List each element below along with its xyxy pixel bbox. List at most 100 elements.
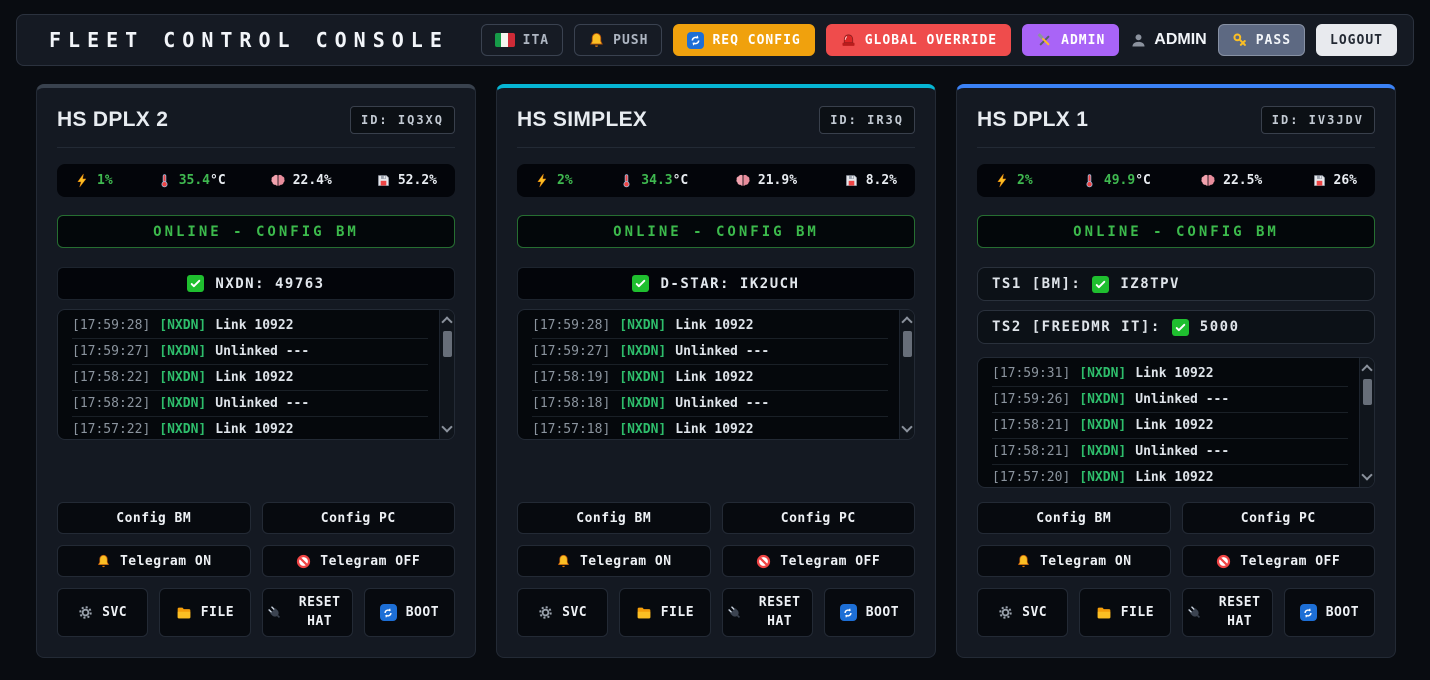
file-button[interactable]: FILE (1079, 588, 1170, 637)
config-bm-button[interactable]: Config BM (517, 502, 711, 534)
bell-icon (96, 554, 111, 569)
checkbox-icon (1092, 276, 1109, 293)
cpu-stat: 2% (535, 173, 573, 188)
boot-button[interactable]: BOOT (824, 588, 915, 637)
log-scrollbar[interactable] (899, 310, 914, 439)
boot-button[interactable]: BOOT (364, 588, 455, 637)
user-bust-icon (1130, 32, 1147, 49)
telegram-off-button[interactable]: Telegram OFF (1182, 545, 1376, 577)
language-button[interactable]: ITA (481, 24, 563, 56)
reset-hat-button[interactable]: RESET HAT (262, 588, 353, 637)
device-card-hs-dplx-2: HS DPLX 2 ID: IQ3XQ 1% 35.4°C 22.4% 52.2… (36, 84, 476, 658)
thermometer-icon (1082, 173, 1097, 188)
current-user: ADMIN (1130, 31, 1206, 49)
bell-icon (588, 32, 605, 49)
config-pc-button[interactable]: Config PC (722, 502, 916, 534)
log-panel[interactable]: [17:59:28][NXDN]Link 10922 [17:59:27][NX… (517, 309, 915, 440)
checkbox-icon (632, 275, 649, 292)
logout-button[interactable]: LOGOUT (1316, 24, 1397, 56)
ram-stat: 21.9% (735, 173, 797, 189)
push-button[interactable]: PUSH (574, 24, 662, 56)
stats-bar: 1% 35.4°C 22.4% 52.2% (57, 164, 455, 197)
prohibited-icon (296, 554, 311, 569)
device-deck: HS DPLX 2 ID: IQ3XQ 1% 35.4°C 22.4% 52.2… (36, 84, 1396, 658)
scrollbar-thumb[interactable] (903, 331, 912, 357)
cpu-stat: 1% (75, 173, 113, 188)
stats-bar: 2% 34.3°C 21.9% 8.2% (517, 164, 915, 197)
gear-icon (998, 605, 1013, 620)
device-card-hs-dplx-1: HS DPLX 1 ID: IV3JDV 2% 49.9°C 22.5% 26%… (956, 84, 1396, 658)
hammer-wrench-icon (1036, 32, 1053, 49)
disk-stat: 8.2% (844, 173, 897, 188)
telegram-off-button[interactable]: Telegram OFF (722, 545, 916, 577)
refresh-icon (380, 604, 397, 621)
svc-button[interactable]: SVC (977, 588, 1068, 637)
temp-stat: 35.4°C (157, 173, 226, 188)
log-panel[interactable]: [17:59:28][NXDN]Link 10922 [17:59:27][NX… (57, 309, 455, 440)
divider (57, 147, 455, 148)
req-config-button[interactable]: REQ CONFIG (673, 24, 814, 56)
log-row: [17:59:27][NXDN]Unlinked --- (532, 339, 888, 365)
boot-button[interactable]: BOOT (1284, 588, 1375, 637)
scroll-down-arrow-icon[interactable] (901, 421, 912, 432)
global-override-button[interactable]: GLOBAL OVERRIDE (826, 24, 1011, 56)
scrollbar-thumb[interactable] (1363, 379, 1372, 405)
lightning-bolt-icon (535, 173, 550, 188)
lightning-bolt-icon (75, 173, 90, 188)
cpu-stat: 2% (995, 173, 1033, 188)
config-bm-button[interactable]: Config BM (57, 502, 251, 534)
scroll-up-arrow-icon[interactable] (441, 316, 452, 327)
svc-button[interactable]: SVC (57, 588, 148, 637)
log-row: [17:59:31][NXDN]Link 10922 (992, 361, 1348, 387)
reset-hat-button[interactable]: RESET HAT (722, 588, 813, 637)
log-row: [17:59:26][NXDN]Unlinked --- (992, 387, 1348, 413)
mode-bar: NXDN: 49763 (57, 267, 455, 300)
header-actions: ITA PUSH REQ CONFIG GLOBAL OVERRIDE ADMI… (481, 24, 1397, 56)
telegram-off-button[interactable]: Telegram OFF (262, 545, 456, 577)
config-bm-button[interactable]: Config BM (977, 502, 1171, 534)
log-scrollbar[interactable] (1359, 358, 1374, 487)
gear-icon (78, 605, 93, 620)
divider (517, 147, 915, 148)
scroll-down-arrow-icon[interactable] (1361, 469, 1372, 480)
telegram-on-button[interactable]: Telegram ON (57, 545, 251, 577)
plug-icon (267, 605, 283, 621)
scrollbar-thumb[interactable] (443, 331, 452, 357)
telegram-on-button[interactable]: Telegram ON (977, 545, 1171, 577)
file-button[interactable]: FILE (159, 588, 250, 637)
config-pc-button[interactable]: Config PC (262, 502, 456, 534)
folder-icon (636, 605, 652, 621)
status-banner: ONLINE - CONFIG BM (977, 215, 1375, 248)
log-row: [17:57:22][NXDN]Link 10922 (72, 417, 428, 440)
temp-stat: 49.9°C (1082, 173, 1151, 188)
device-id-badge: ID: IV3JDV (1261, 106, 1375, 134)
admin-button[interactable]: ADMIN (1022, 24, 1119, 56)
brain-icon (735, 173, 751, 189)
svc-button[interactable]: SVC (517, 588, 608, 637)
pass-button[interactable]: PASS (1218, 24, 1305, 56)
device-id-badge: ID: IR3Q (819, 106, 915, 134)
log-row: [17:58:21][NXDN]Unlinked --- (992, 439, 1348, 465)
log-panel[interactable]: [17:59:31][NXDN]Link 10922 [17:59:26][NX… (977, 357, 1375, 488)
floppy-disk-icon (844, 173, 859, 188)
stats-bar: 2% 49.9°C 22.5% 26% (977, 164, 1375, 197)
prohibited-icon (756, 554, 771, 569)
reset-hat-button[interactable]: RESET HAT (1182, 588, 1273, 637)
app-header: FLEET CONTROL CONSOLE ITA PUSH REQ CONFI… (16, 14, 1414, 66)
ts1-slot-bar: TS1 [BM]: IZ8TPV (977, 267, 1375, 301)
scroll-up-arrow-icon[interactable] (901, 316, 912, 327)
scroll-down-arrow-icon[interactable] (441, 421, 452, 432)
italy-flag-icon (495, 33, 515, 47)
log-scrollbar[interactable] (439, 310, 454, 439)
file-button[interactable]: FILE (619, 588, 710, 637)
brain-icon (1200, 173, 1216, 189)
device-card-hs-simplex: HS SIMPLEX ID: IR3Q 2% 34.3°C 21.9% 8.2%… (496, 84, 936, 658)
config-pc-button[interactable]: Config PC (1182, 502, 1376, 534)
telegram-on-button[interactable]: Telegram ON (517, 545, 711, 577)
folder-icon (176, 605, 192, 621)
divider (977, 147, 1375, 148)
card-title: HS DPLX 2 (57, 108, 168, 132)
log-row: [17:58:21][NXDN]Link 10922 (992, 413, 1348, 439)
ram-stat: 22.4% (270, 173, 332, 189)
scroll-up-arrow-icon[interactable] (1361, 364, 1372, 375)
